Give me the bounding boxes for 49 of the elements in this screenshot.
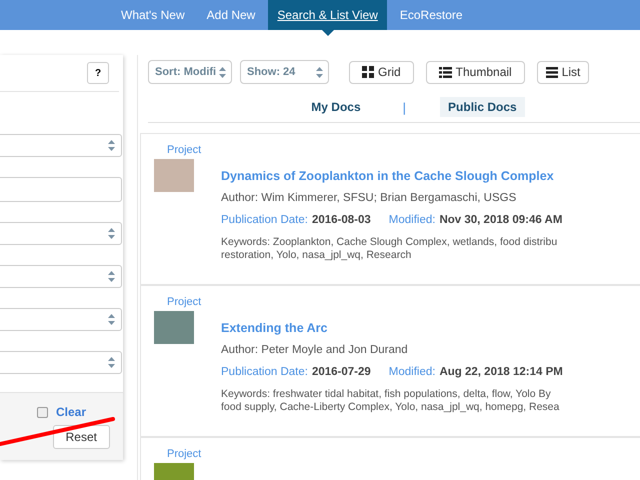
clear-checkbox[interactable]	[36, 406, 48, 418]
keywords-text: restoration, Yolo, nasa_jpl_wq, Research	[221, 248, 412, 262]
select-arrows-icon	[108, 140, 115, 151]
keywords-text: food supply, Cache-Liberty Complex, Yolo, nasa_jpl_wq, homepg, Resea	[221, 400, 560, 414]
publication-date-label: Publication Date:	[221, 366, 308, 378]
view-grid-button[interactable]: Grid	[349, 60, 414, 84]
select-field[interactable]	[0, 222, 122, 245]
select-field[interactable]	[0, 308, 122, 331]
select-arrows-icon	[108, 271, 115, 282]
tab-pointer-icon	[322, 30, 334, 36]
select-arrows-icon	[219, 66, 226, 78]
show-select[interactable]: Show: 24	[240, 60, 329, 84]
author-text: Author: Wim Kimmerer, SFSU; Brian Bergamaschi, USGS	[221, 192, 518, 204]
select-field[interactable]	[0, 134, 122, 157]
modified-label: Modified:	[388, 214, 436, 226]
menu-icon	[546, 66, 558, 78]
view-thumbnail-button[interactable]: Thumbnail	[426, 60, 525, 84]
select-field[interactable]	[0, 351, 122, 374]
tab-separator: |	[402, 100, 406, 114]
select-arrows-icon	[108, 228, 115, 239]
select-field[interactable]	[0, 265, 122, 288]
input-field[interactable]	[0, 177, 122, 202]
select-arrows-icon	[108, 314, 115, 325]
list-bullets-icon	[438, 66, 452, 78]
grid-icon	[362, 66, 374, 78]
author-text: Author: Peter Moyle and Jon Durand	[221, 344, 409, 356]
view-list-button[interactable]: List	[536, 60, 590, 84]
nav-tab[interactable]: Search & List View	[268, 0, 387, 30]
modified-date: Nov 30, 2018 09:46 AM	[439, 214, 562, 226]
reset-button[interactable]: Reset	[52, 425, 110, 449]
type-label: Project	[167, 144, 202, 156]
docs-tab[interactable]: Public Docs	[440, 97, 525, 117]
publication-date-label: Publication Date:	[221, 214, 308, 226]
photo-placeholder	[154, 311, 194, 344]
keywords-text: Keywords: Zooplankton, Cache Slough Complex, wetlands, food distribu	[221, 236, 558, 249]
select-arrows-icon	[108, 357, 115, 368]
docs-tab[interactable]: My Docs	[303, 97, 369, 117]
clear-link[interactable]: Clear	[56, 405, 86, 419]
modified-date: Aug 22, 2018 12:14 PM	[439, 366, 563, 378]
select-arrows-icon	[316, 66, 323, 78]
keywords-text: Keywords: freshwater tidal habitat, fish populations, delta, flow, Yolo By	[221, 388, 552, 401]
help-button[interactable]: ?	[87, 62, 109, 84]
sort-select[interactable]: Sort: Modifi	[148, 60, 232, 84]
publication-date: 2016-07-29	[312, 366, 371, 378]
photo-placeholder	[154, 159, 194, 192]
type-label: Project	[167, 296, 202, 308]
type-label: Project	[167, 448, 202, 460]
modified-label: Modified:	[388, 366, 436, 378]
publication-date: 2016-08-03	[312, 214, 371, 226]
